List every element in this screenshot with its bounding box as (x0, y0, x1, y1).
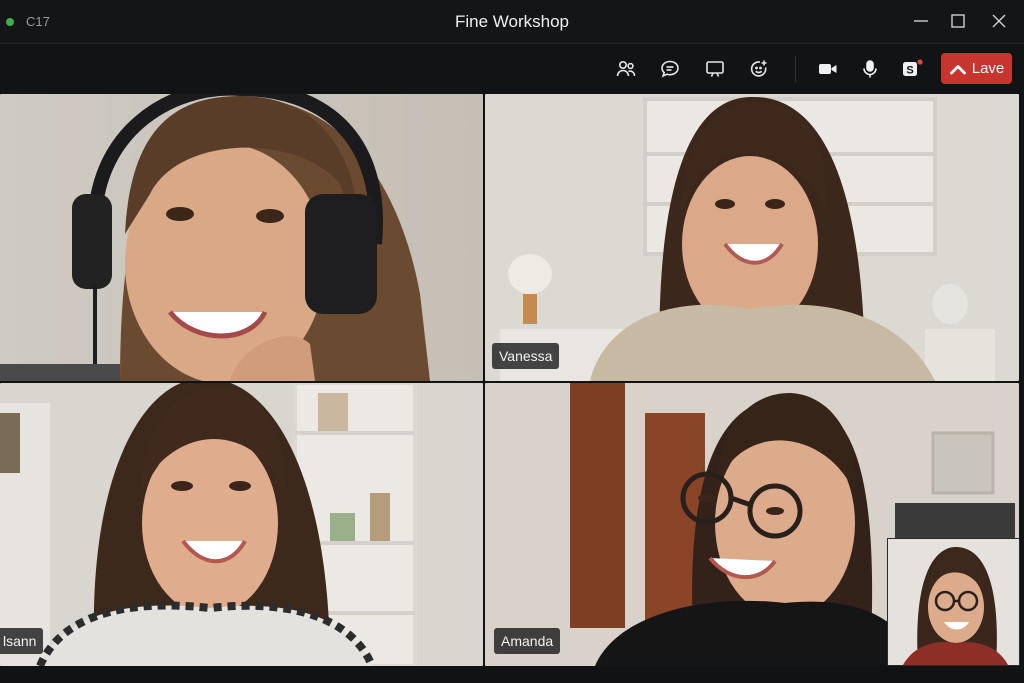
title-bar: C17 Fine Workshop (0, 0, 1024, 44)
chat-button[interactable] (657, 56, 683, 82)
chevron-up-icon (949, 64, 966, 74)
video-grid: Vanessa lsann Amanda (0, 94, 1024, 666)
svg-text:S: S (906, 65, 913, 77)
window-title: Fine Workshop (454, 12, 569, 31)
toolbar-divider (795, 56, 796, 82)
reactions-icon (750, 60, 767, 77)
participants-icon (616, 60, 636, 77)
apps-icon: S (903, 59, 923, 77)
close-icon (992, 14, 1006, 28)
video-tile-bottom-left[interactable]: lsann (0, 383, 483, 666)
participant-name-tag: Vanessa (492, 343, 560, 369)
leave-label: Lave (971, 60, 1005, 77)
participant-name-tag: lsann (0, 628, 44, 654)
maximize-button[interactable] (944, 8, 972, 34)
microphone-icon (863, 60, 877, 78)
participant-name-tag: Amanda (494, 628, 561, 654)
minimize-icon (914, 20, 928, 22)
participant-video (485, 94, 1019, 381)
close-button[interactable] (985, 8, 1013, 34)
participants-button[interactable] (613, 56, 639, 82)
bottom-bar (0, 666, 1024, 683)
reactions-button[interactable] (746, 56, 772, 82)
self-view-tile[interactable] (887, 538, 1020, 666)
apps-button[interactable]: S (899, 56, 925, 82)
video-tile-top-left[interactable] (0, 94, 483, 381)
participant-video (0, 383, 483, 666)
self-view-video (888, 539, 1019, 665)
notification-dot (917, 59, 923, 65)
status-dot (6, 18, 14, 26)
leave-button[interactable]: Lave (941, 53, 1012, 84)
chat-icon (661, 60, 679, 78)
camera-button[interactable] (815, 56, 841, 82)
maximize-icon (951, 14, 965, 28)
share-screen-icon (706, 61, 724, 77)
participant-video (0, 94, 483, 381)
meeting-toolbar: S Lave (0, 44, 1024, 94)
microphone-button[interactable] (857, 56, 883, 82)
meeting-code: C17 (26, 14, 50, 29)
minimize-button[interactable] (907, 8, 935, 34)
camera-icon (819, 64, 837, 74)
share-screen-button[interactable] (702, 56, 728, 82)
video-tile-top-right[interactable]: Vanessa (485, 94, 1019, 381)
